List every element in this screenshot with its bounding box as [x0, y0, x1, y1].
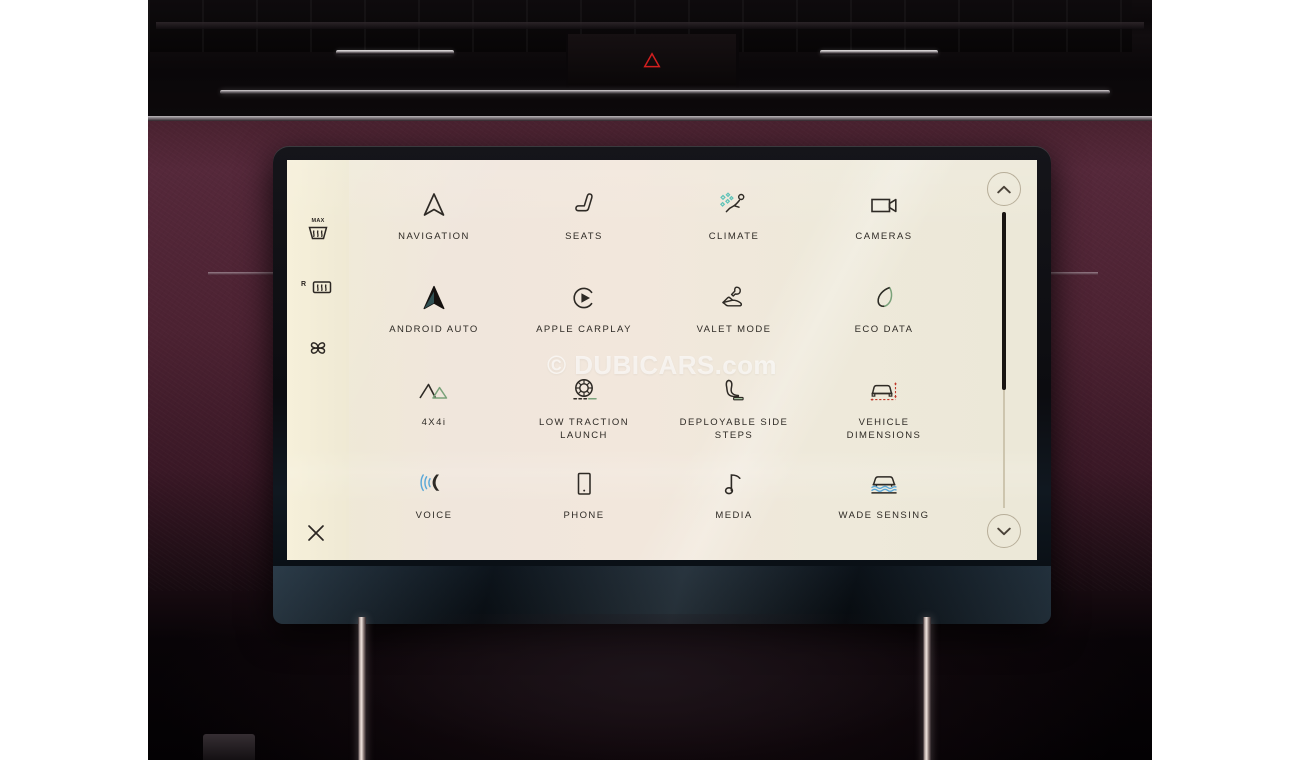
- app-tile-deployable-side-steps[interactable]: DEPLOYABLE SIDE STEPS: [659, 364, 809, 457]
- front-defrost-icon: [308, 226, 328, 239]
- seat-icon: [569, 188, 599, 222]
- app-label: VEHICLE DIMENSIONS: [846, 417, 922, 441]
- climate-seat-icon: [717, 188, 751, 222]
- scrollbar-track[interactable]: [1002, 212, 1006, 508]
- fan-button[interactable]: [295, 328, 341, 368]
- vent-top-strip: [156, 22, 1144, 29]
- foot-step-icon: [717, 374, 751, 408]
- app-label: ANDROID AUTO: [389, 324, 479, 335]
- climate-shortcut-rail: MAX R: [287, 160, 349, 560]
- console-chrome-pillar-right: [923, 617, 931, 760]
- app-tile-apple-carplay[interactable]: APPLE CARPLAY: [509, 271, 659, 364]
- photo-container: MAX R © DUBICARS.com NAVIGATION SEATS CL…: [0, 0, 1300, 760]
- dash-chrome-rail: [220, 90, 1110, 94]
- wheel-traction-icon: [566, 374, 602, 408]
- app-label: PHONE: [563, 510, 605, 521]
- app-label: MEDIA: [715, 510, 753, 521]
- app-label: WADE SENSING: [838, 510, 930, 521]
- max-defrost-label: MAX: [311, 217, 325, 224]
- hazard-warning-triangle-icon: [643, 52, 661, 68]
- app-tile-cameras[interactable]: CAMERAS: [809, 178, 959, 271]
- video-camera-icon: [867, 188, 901, 222]
- app-label: CLIMATE: [708, 231, 760, 242]
- scrollbar-thumb[interactable]: [1002, 212, 1006, 390]
- hazard-warning-button[interactable]: [568, 34, 736, 86]
- app-tile-wade-sensing[interactable]: WADE SENSING: [809, 457, 959, 550]
- app-grid: NAVIGATION SEATS CLIMATE CAMERAS ANDROID…: [359, 178, 959, 550]
- app-tile-vehicle-dimensions[interactable]: VEHICLE DIMENSIONS: [809, 364, 959, 457]
- app-label: LOW TRACTION LAUNCH: [538, 417, 630, 441]
- app-label: APPLE CARPLAY: [536, 324, 632, 335]
- car-interior-background: MAX R © DUBICARS.com NAVIGATION SEATS CL…: [148, 0, 1152, 760]
- vent-divider-right: [736, 30, 739, 88]
- app-tile-voice[interactable]: VOICE: [359, 457, 509, 550]
- app-tile-low-traction-launch[interactable]: LOW TRACTION LAUNCH: [509, 364, 659, 457]
- vent-chrome-blade-right[interactable]: [820, 50, 938, 55]
- app-label: 4X4i: [421, 417, 447, 428]
- navigation-arrow-icon: [419, 188, 449, 222]
- scroll-controls: [975, 160, 1037, 560]
- chevron-up-icon: [997, 185, 1011, 193]
- app-tile-seats[interactable]: SEATS: [509, 178, 659, 271]
- vent-chrome-blade-left[interactable]: [336, 50, 454, 55]
- apple-carplay-icon: [569, 281, 599, 315]
- app-tile-valet-mode[interactable]: VALET MODE: [659, 271, 809, 364]
- android-auto-icon: [419, 281, 449, 315]
- letterbox-right: [1152, 0, 1300, 760]
- dashboard-chrome-seam: [148, 116, 1152, 121]
- scroll-up-button[interactable]: [987, 172, 1021, 206]
- infotainment-display[interactable]: MAX R © DUBICARS.com NAVIGATION SEATS CL…: [287, 160, 1037, 560]
- console-chrome-pillar-left: [358, 617, 366, 760]
- phone-icon: [569, 467, 599, 501]
- lower-console-object: [203, 734, 255, 760]
- max-front-defrost-button[interactable]: MAX: [295, 210, 341, 250]
- app-tile-media[interactable]: MEDIA: [659, 457, 809, 550]
- mountains-icon: [416, 374, 452, 408]
- valet-hand-key-icon: [717, 281, 751, 315]
- music-note-icon: [719, 467, 749, 501]
- app-label: CAMERAS: [855, 231, 913, 242]
- infotainment-screen-bezel: MAX R © DUBICARS.com NAVIGATION SEATS CL…: [273, 146, 1051, 624]
- fan-icon: [310, 342, 326, 354]
- app-label: SEATS: [565, 231, 603, 242]
- app-tile-eco-data[interactable]: ECO DATA: [809, 271, 959, 364]
- app-tile-navigation[interactable]: NAVIGATION: [359, 178, 509, 271]
- rear-defrost-side-label: R: [301, 281, 307, 288]
- voice-waves-icon: [417, 467, 451, 501]
- scroll-down-button[interactable]: [987, 514, 1021, 548]
- vehicle-dimensions-icon: [865, 374, 903, 408]
- rear-defrost-button[interactable]: R: [295, 268, 341, 308]
- app-label: ECO DATA: [854, 324, 914, 335]
- app-label: NAVIGATION: [398, 231, 470, 242]
- app-label: VOICE: [415, 510, 453, 521]
- lower-console: [148, 614, 1152, 760]
- letterbox-left: [0, 0, 148, 760]
- app-tile-4x4i[interactable]: 4X4i: [359, 364, 509, 457]
- app-label: VALET MODE: [696, 324, 772, 335]
- app-tile-climate[interactable]: CLIMATE: [659, 178, 809, 271]
- app-label: DEPLOYABLE SIDE STEPS: [679, 417, 789, 441]
- leaf-icon: [869, 281, 899, 315]
- wade-sensing-icon: [865, 467, 903, 501]
- chevron-down-icon: [997, 527, 1011, 535]
- rear-defrost-icon: [312, 281, 332, 294]
- app-tile-phone[interactable]: PHONE: [509, 457, 659, 550]
- air-vent-assembly: [148, 0, 1152, 118]
- app-tile-android-auto[interactable]: ANDROID AUTO: [359, 271, 509, 364]
